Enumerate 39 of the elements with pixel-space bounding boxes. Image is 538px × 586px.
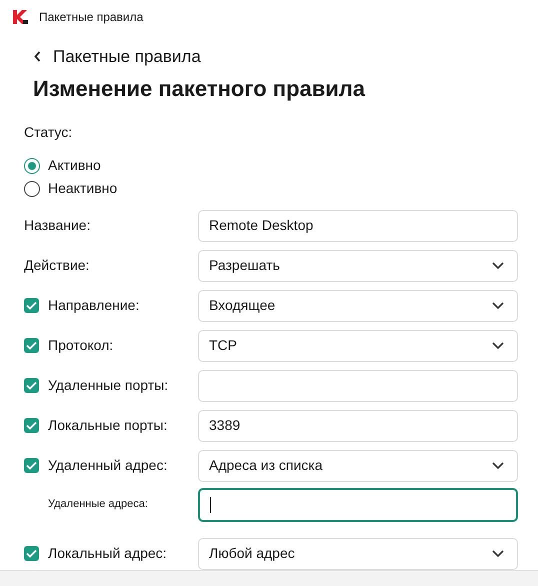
field-label: Удаленные адреса: bbox=[47, 497, 148, 512]
chevron-down-icon bbox=[492, 262, 504, 269]
dropdown[interactable]: Разрешать bbox=[198, 250, 518, 282]
chevron-down-icon bbox=[492, 342, 504, 349]
checkbox[interactable] bbox=[24, 458, 39, 473]
field-label: Действие: bbox=[24, 256, 90, 275]
status-label: Статус: bbox=[23, 122, 74, 142]
dropdown[interactable]: Адреса из списка bbox=[198, 450, 518, 482]
radio-button[interactable] bbox=[24, 180, 40, 196]
checkbox[interactable] bbox=[24, 298, 39, 313]
checkbox[interactable] bbox=[24, 338, 39, 353]
page-heading: Изменение пакетного правила bbox=[32, 74, 366, 103]
checkbox[interactable] bbox=[24, 378, 39, 393]
back-icon[interactable] bbox=[34, 51, 41, 62]
input-field[interactable] bbox=[198, 488, 518, 522]
chevron-down-icon bbox=[492, 302, 504, 309]
field-label: Удаленные порты: bbox=[48, 376, 168, 395]
input-field[interactable]: 3389 bbox=[198, 410, 518, 442]
radio-button[interactable] bbox=[24, 158, 40, 174]
back-link[interactable]: Пакетные правила bbox=[53, 44, 201, 70]
input-field[interactable]: Remote Desktop bbox=[198, 210, 518, 242]
field-label: Удаленный адрес: bbox=[48, 456, 168, 475]
chevron-down-icon bbox=[492, 462, 504, 469]
field-label: Направление: bbox=[48, 296, 140, 315]
app-logo-icon bbox=[12, 9, 29, 25]
checkbox[interactable] bbox=[24, 546, 39, 561]
dropdown[interactable]: Любой адрес bbox=[198, 538, 518, 570]
checkbox[interactable] bbox=[24, 418, 39, 433]
dropdown[interactable]: Входящее bbox=[198, 290, 518, 322]
field-label: Протокол: bbox=[48, 336, 114, 355]
radio-label[interactable]: Неактивно bbox=[48, 178, 118, 199]
field-label: Локальный адрес: bbox=[48, 544, 167, 563]
field-label: Локальные порты: bbox=[48, 416, 168, 435]
radio-label[interactable]: Активно bbox=[48, 155, 101, 176]
text-cursor bbox=[210, 496, 211, 512]
dropdown[interactable]: TCP bbox=[198, 330, 518, 362]
field-label: Название: bbox=[24, 216, 90, 235]
chevron-down-icon bbox=[492, 550, 504, 557]
window-title: Пакетные правила bbox=[39, 9, 144, 26]
